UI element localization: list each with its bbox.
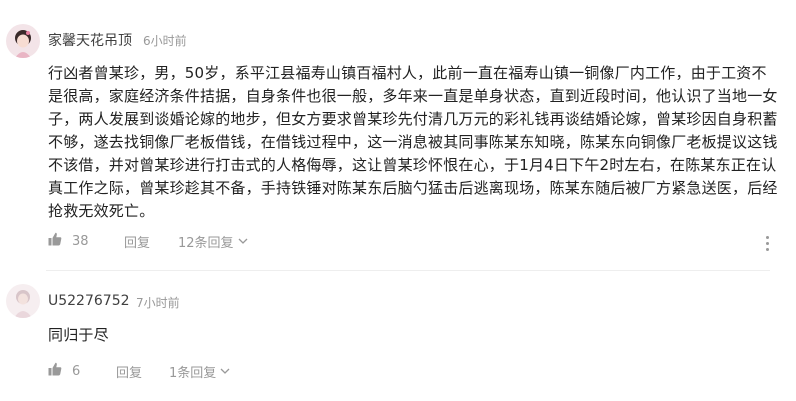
reply-button[interactable]: 回复 xyxy=(124,232,150,251)
avatar[interactable] xyxy=(6,284,40,318)
thumbs-up-icon xyxy=(48,232,62,250)
comment-item: 家馨天花吊顶 6小时前 行凶者曾某珍，男，50岁，系平江县福寿山镇百福村人，此前… xyxy=(0,0,796,265)
comment-username[interactable]: U52276752 xyxy=(48,293,130,309)
comment-username[interactable]: 家馨天花吊顶 xyxy=(48,30,132,50)
chevron-down-icon xyxy=(238,234,248,249)
view-replies-button[interactable]: 1条回复 xyxy=(169,362,230,381)
like-count: 38 xyxy=(72,233,89,249)
comment-item: U52276752 7小时前 同归于尽 6 回复 1条回复 xyxy=(0,270,796,401)
comment-timestamp: 6小时前 xyxy=(143,34,187,48)
avatar[interactable] xyxy=(6,24,40,58)
like-button[interactable]: 38 xyxy=(48,232,89,250)
more-vertical-icon[interactable] xyxy=(766,236,770,251)
reply-button[interactable]: 回复 xyxy=(116,362,142,381)
comment-text-line: 是很高，家庭经济条件拮据，自身条件也很一般，多年来一直是单身状态，直到近段时间，… xyxy=(48,87,778,105)
comment-text-line: 真工作之际，曾某珍趁其不备，手持铁锤对陈某东后脑勺猛击后逃离现场，陈某东随后被厂… xyxy=(48,179,778,197)
comment-text-line: 不该借，并对曾某珍进行打击式的人格侮辱，这让曾某珍怀恨在心，于1月4日下午2时左… xyxy=(48,156,777,174)
comment-text: 同归于尽 xyxy=(48,324,109,347)
replies-count: 1条回复 xyxy=(169,366,217,381)
replies-count: 12条回复 xyxy=(178,236,234,251)
thumbs-up-icon xyxy=(48,362,62,380)
comment-text-line: 抢救无效死亡。 xyxy=(48,202,155,220)
comment-text-line: 子，两人发展到谈婚论嫁的地步，但女方要求曾某珍先付清几万元的彩礼钱再谈结婚论嫁，… xyxy=(48,110,778,128)
comment-text-line: 同归于尽 xyxy=(48,326,109,344)
view-replies-button[interactable]: 12条回复 xyxy=(178,232,248,251)
comment-text-line: 不够，遂去找铜像厂老板借钱，在借钱过程中，这一消息被其同事陈某东知晓，陈某东向铜… xyxy=(48,133,778,151)
like-button[interactable]: 6 xyxy=(48,362,80,380)
comment-timestamp: 7小时前 xyxy=(136,296,180,310)
like-count: 6 xyxy=(72,363,81,379)
comment-text-line: 行凶者曾某珍，男，50岁，系平江县福寿山镇百福村人，此前一直在福寿山镇一铜像厂内… xyxy=(48,64,767,82)
comment-text: 行凶者曾某珍，男，50岁，系平江县福寿山镇百福村人，此前一直在福寿山镇一铜像厂内… xyxy=(48,62,778,223)
chevron-down-icon xyxy=(220,364,230,379)
